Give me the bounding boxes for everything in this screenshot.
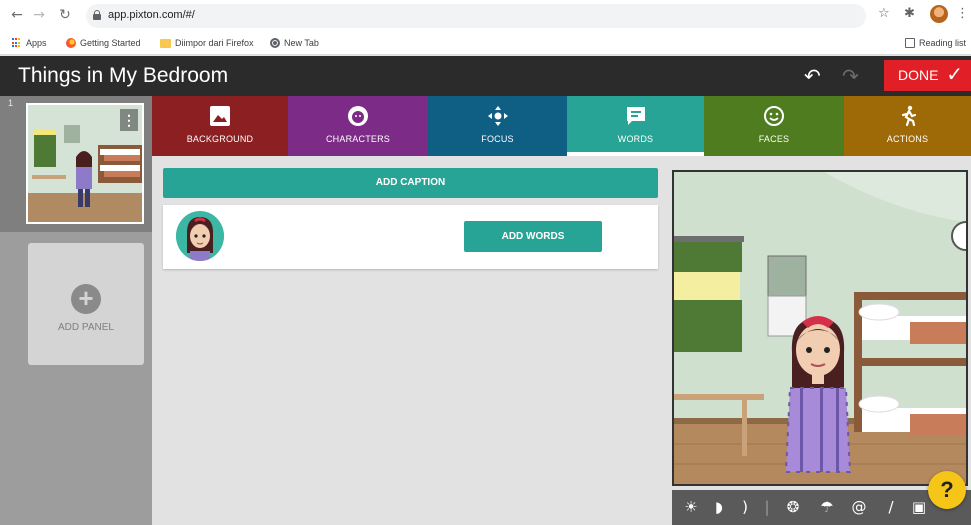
effect-icon[interactable]: ❂ [784,498,802,516]
bookmark-firefox-import[interactable]: Diimpor dari Firefox [160,36,254,50]
firefox-icon [66,38,76,48]
menu-dots-icon[interactable]: ⋮ [956,6,969,21]
globe-icon [270,38,280,48]
done-button[interactable]: DONE ✓ [884,60,971,91]
speaker-card: ADD WORDS [163,205,658,269]
bookmark-getting-started[interactable]: Getting Started [66,36,141,50]
rain-icon[interactable]: ☂ [818,498,836,516]
plus-icon: + [71,284,101,314]
add-words-button[interactable]: ADD WORDS [464,221,602,252]
image-icon [210,106,230,126]
tab-label: FOCUS [481,134,514,144]
tab-label: ACTIONS [886,134,929,144]
bookmark-label: Diimpor dari Firefox [175,38,254,48]
folder-icon [160,38,171,48]
add-panel-button[interactable]: + ADD PANEL [28,243,144,365]
lock-icon [93,10,101,20]
bookmark-apps[interactable]: Apps [12,36,47,50]
character-avatar[interactable] [176,211,224,261]
redo-icon[interactable]: ↷ [842,66,859,86]
extensions-icon[interactable]: ✱ [904,6,915,21]
back-arrow-icon[interactable]: ← [8,6,26,24]
thumbnail-menu-icon[interactable]: ⋮ [120,109,138,131]
running-person-icon [901,105,916,127]
apps-grid-icon [12,38,22,48]
done-label: DONE [898,67,939,83]
bedroom-scene [674,172,966,484]
panel-sidebar: 1 ⋮ + ADD PANEL [0,96,152,525]
brush-icon[interactable]: / [882,498,900,516]
tab-label: BACKGROUND [186,134,254,144]
address-bar[interactable]: app.pixton.com/#/ [86,4,866,28]
reading-list-label: Reading list [919,38,967,48]
tab-background[interactable]: BACKGROUND [152,96,288,156]
bookmark-new-tab[interactable]: New Tab [270,36,319,50]
panel-number: 1 [8,98,14,108]
save-icon[interactable]: ▣ [910,498,928,516]
tab-faces[interactable]: FACES [704,96,844,156]
bookmark-label: Getting Started [80,38,141,48]
checkmark-icon: ✓ [946,64,963,86]
tab-actions[interactable]: ACTIONS [844,96,971,156]
browser-toolbar: ← → ↻ app.pixton.com/#/ ☆ ✱ ⋮ [0,0,971,31]
smiley-icon [764,106,784,126]
panel-toolbar: ☀ ◗ ) | ❂ ☂ @ / ▣ [672,490,971,525]
bookmark-label: New Tab [284,38,319,48]
crescent-icon[interactable]: ) [736,498,754,516]
brightness-icon[interactable]: ☀ [682,498,700,516]
profile-avatar[interactable] [930,5,948,23]
tab-label: CHARACTERS [325,134,390,144]
add-caption-button[interactable]: ADD CAPTION [163,168,658,198]
forward-arrow-icon[interactable]: → [30,6,48,24]
move-icon [487,106,508,126]
moon-icon[interactable]: ◗ [710,498,728,516]
bookmarks-bar: Apps Getting Started Diimpor dari Firefo… [0,31,971,55]
add-panel-label: ADD PANEL [58,322,114,333]
avatar-portrait [176,212,224,261]
app-header: Things in My Bedroom ↶ ↷ DONE ✓ [0,56,971,96]
undo-icon[interactable]: ↶ [804,66,821,86]
tab-focus[interactable]: FOCUS [428,96,567,156]
url-text: app.pixton.com/#/ [108,9,195,21]
tab-label: FACES [758,134,790,144]
help-button[interactable]: ? [928,471,966,509]
reading-list[interactable]: Reading list [905,36,966,50]
comic-title[interactable]: Things in My Bedroom [18,64,228,88]
reading-list-icon [905,38,915,48]
divider-icon: | [764,498,770,516]
comic-panel-canvas[interactable] [672,170,968,486]
tab-characters[interactable]: CHARACTERS [288,96,428,156]
swirl-icon[interactable]: @ [850,498,868,516]
speech-bubble-icon [626,107,645,125]
panel-thumbnail[interactable]: ⋮ [26,103,144,224]
tab-words[interactable]: WORDS [567,96,704,156]
star-icon[interactable]: ☆ [878,6,890,21]
bookmark-label: Apps [26,38,47,48]
tab-label: WORDS [617,134,654,144]
reload-icon[interactable]: ↻ [56,6,74,24]
panel-thumbnail-row: 1 ⋮ [0,96,152,232]
face-icon [348,106,368,126]
